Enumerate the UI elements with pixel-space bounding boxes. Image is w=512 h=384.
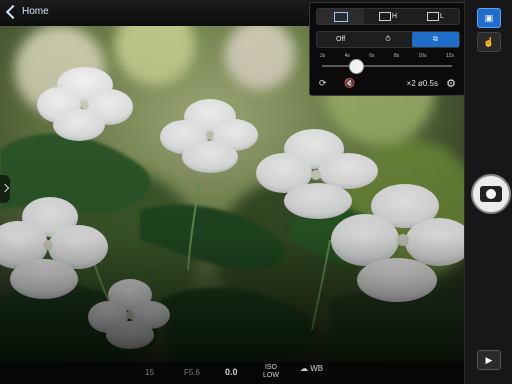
iso-label: ISO — [264, 364, 277, 371]
aperture-value[interactable]: F5.6 — [184, 368, 200, 377]
single-shot-icon — [333, 11, 348, 22]
auto-off-icon[interactable]: ⟳ — [319, 78, 327, 89]
touch-shutter-button[interactable]: ☝ — [477, 32, 501, 52]
burst-timer-icon: ⧉ — [432, 35, 438, 43]
back-chevron-icon — [5, 4, 21, 19]
timer-off-option[interactable]: Off — [317, 32, 364, 47]
drive-settings-panel: H L Off ⏱ ⧉ 2s 4s 6s 8s 10s 12s ⟳ 🔇 ×2 ø… — [309, 2, 465, 96]
iso-value: LOW — [263, 372, 279, 379]
playback-icon: ▶ — [485, 354, 493, 365]
shutter-speed-value[interactable]: 15 — [145, 368, 154, 377]
playback-button[interactable]: ▶ — [477, 350, 501, 370]
tick-label: 10s — [418, 53, 427, 59]
gear-icon[interactable]: ⚙ — [446, 77, 456, 90]
timer-off-label: Off — [336, 36, 346, 43]
camera-drive-icon: ▣ — [484, 12, 494, 23]
right-sidebar: ▣ ☝ ▶ — [464, 0, 512, 384]
drive-mode-burst-low[interactable]: L — [412, 9, 459, 24]
touch-icon: ☝ — [483, 36, 495, 47]
burst-summary: ×2 ø0.5s — [406, 79, 438, 88]
drive-mode-single[interactable] — [317, 9, 365, 24]
slider-knob[interactable] — [349, 59, 364, 74]
tick-label: 12s — [445, 53, 454, 59]
camera-icon — [480, 186, 502, 202]
timer-burst-option[interactable]: ⧉ — [411, 32, 459, 47]
tick-label: 6s — [369, 53, 375, 59]
wb-label: WB — [310, 364, 324, 373]
timer-option[interactable]: ⏱ — [364, 32, 411, 47]
white-balance-control[interactable]: ☁ WB — [300, 364, 323, 373]
exposure-status-bar: 15 F5.6 0.0 ISO LOW ☁ WB — [0, 362, 464, 384]
exposure-comp-value[interactable]: 0.0 — [225, 367, 238, 377]
tick-label: 8s — [393, 53, 400, 59]
slider-track — [322, 65, 452, 67]
timer-icon: ⏱ — [385, 35, 391, 43]
iso-control[interactable]: ISO LOW — [263, 364, 279, 380]
shutter-button[interactable] — [471, 174, 511, 214]
drive-mode-button[interactable]: ▣ — [477, 8, 501, 28]
white-balance-icon: ☁ — [300, 364, 308, 373]
tick-label: 4s — [344, 53, 350, 59]
self-timer-segmented-control: Off ⏱ ⧉ — [316, 31, 460, 48]
camera-remote-app: Home H L Off ⏱ ⧉ 2s 4s 6s 8s 10s 12s ⟳ 🔇… — [0, 0, 512, 384]
left-panel-handle[interactable] — [0, 175, 10, 203]
drive-mode-burst-high[interactable]: H — [364, 9, 411, 24]
tick-label: 2s — [320, 53, 326, 59]
drive-panel-footer: ⟳ 🔇 ×2 ø0.5s ⚙ — [316, 78, 458, 92]
drive-mode-segmented-control: H L — [316, 8, 460, 25]
home-button[interactable]: Home — [5, 4, 49, 19]
timer-slider[interactable] — [322, 59, 452, 74]
burst-high-icon: H — [378, 12, 397, 21]
timer-ticks: 2s 4s 6s 8s 10s 12s — [320, 53, 454, 61]
mute-icon[interactable]: 🔇 — [344, 78, 355, 89]
burst-low-icon: L — [426, 12, 444, 21]
home-label: Home — [22, 6, 49, 17]
